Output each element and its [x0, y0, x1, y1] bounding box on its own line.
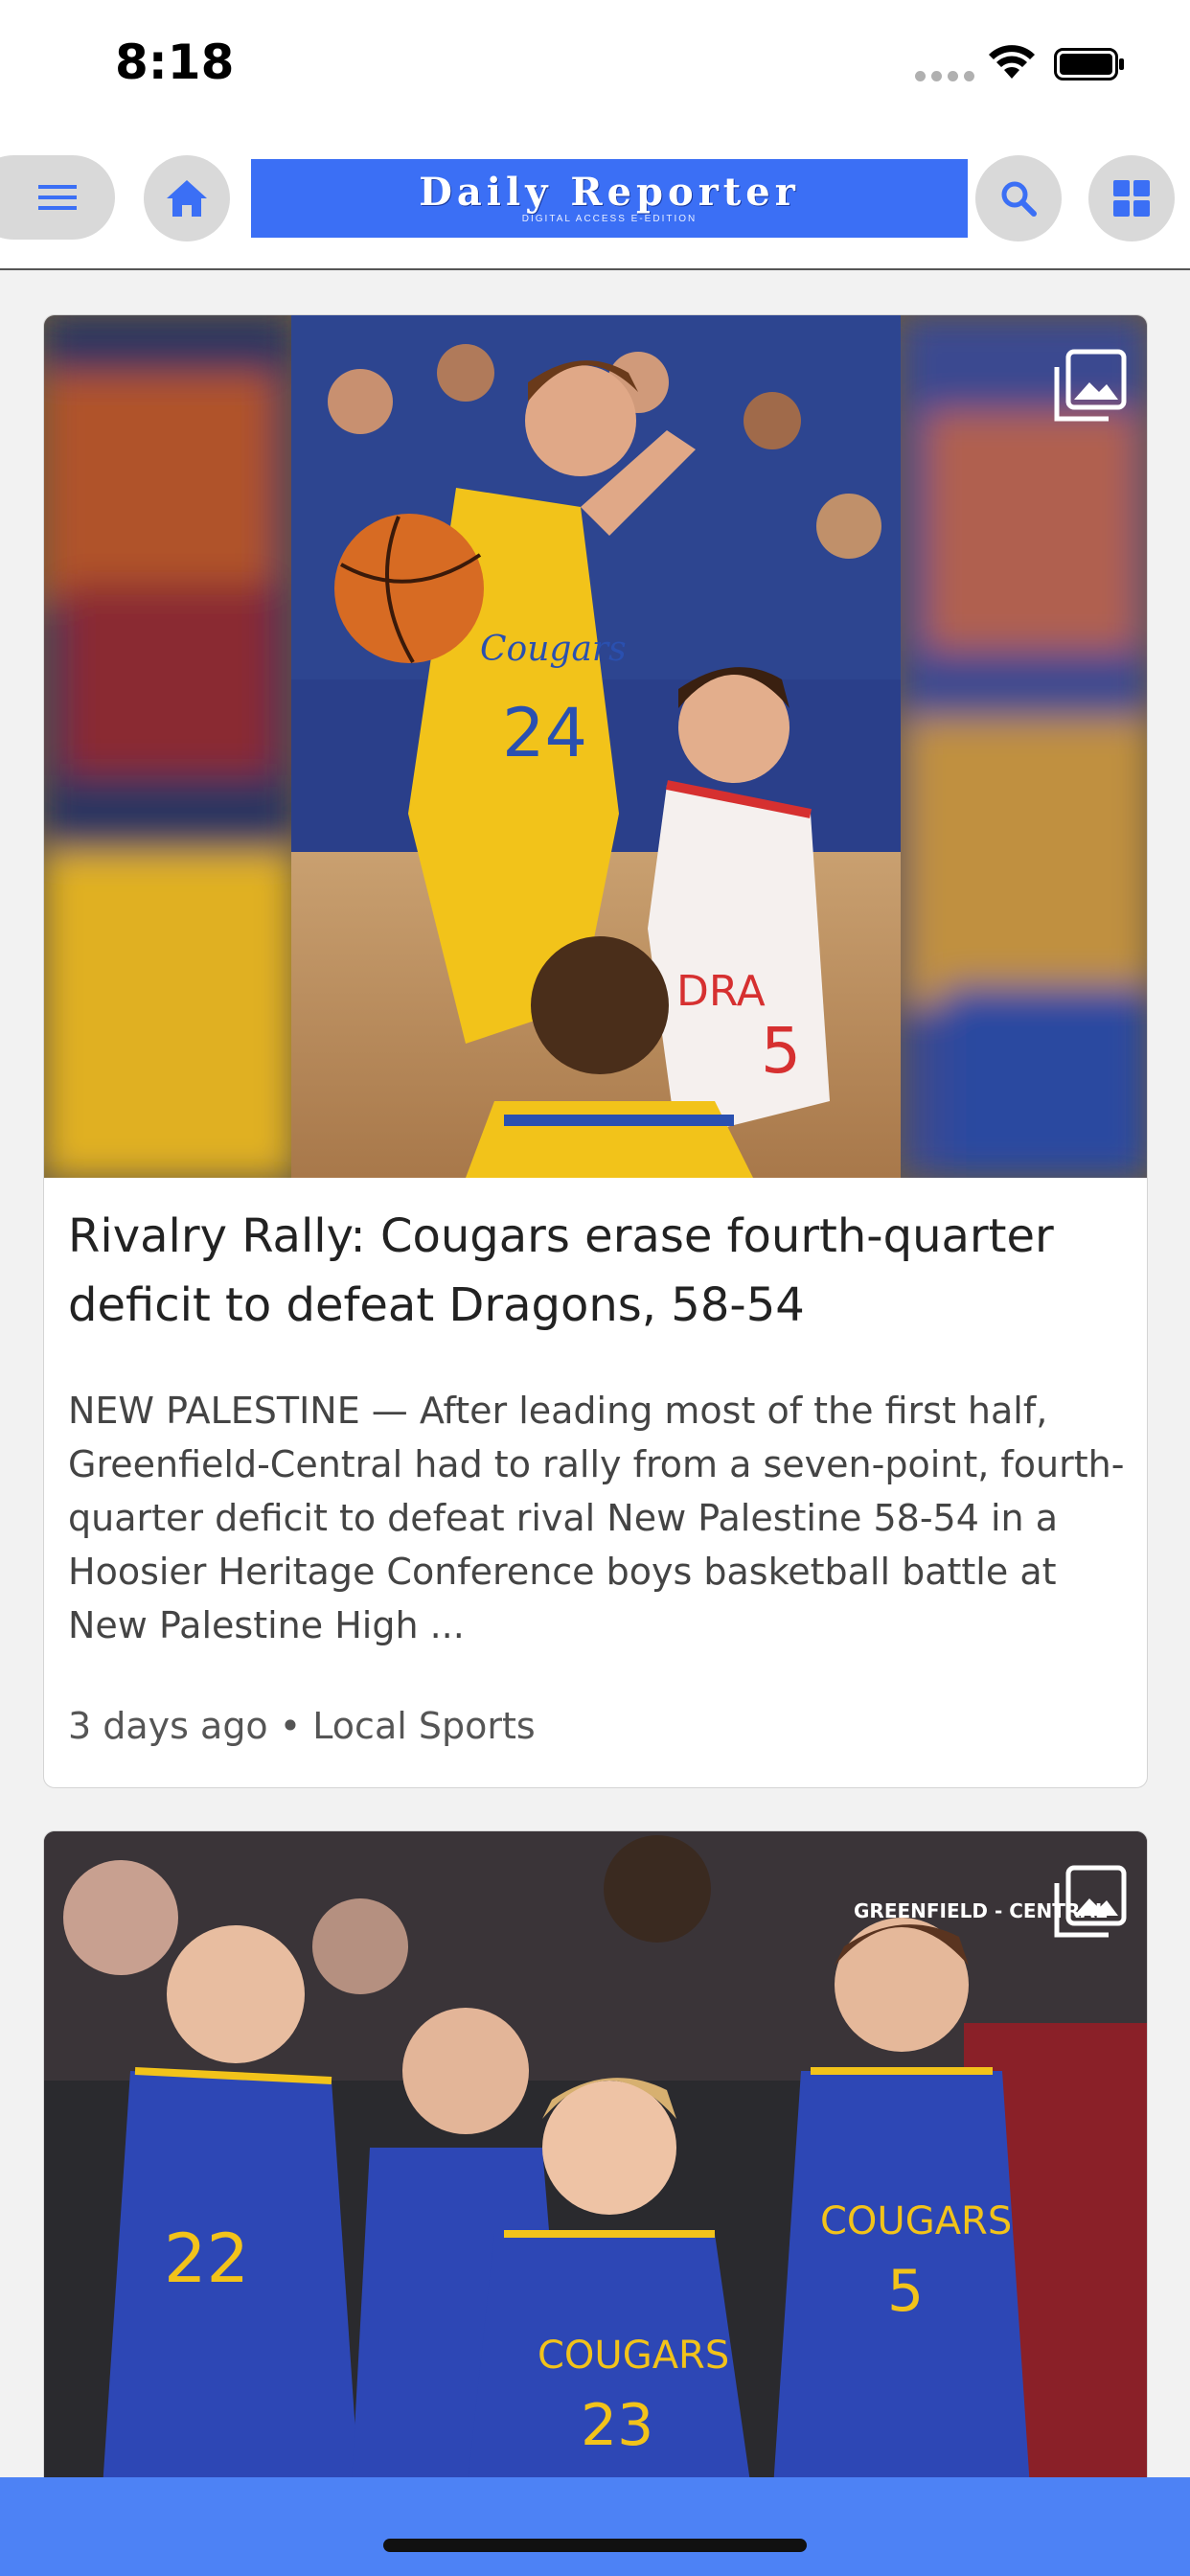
- svg-text:COUGARS: COUGARS: [538, 2334, 729, 2378]
- menu-icon: [38, 185, 77, 210]
- article-meta: 3 days ago • Local Sports: [68, 1705, 536, 1747]
- app-screen: 8:18 Daily Reporter DIGITAL ACCESS E-EDI…: [0, 0, 1190, 2576]
- home-button[interactable]: [144, 155, 230, 242]
- masthead-subtitle: DIGITAL ACCESS E-EDITION: [521, 213, 698, 224]
- celebration-photo: GREENFIELD - CENTRAL 22 COUGARS 23 COUGA…: [44, 1831, 1147, 2502]
- battery-icon: [1054, 48, 1124, 80]
- grid-icon: [1113, 180, 1150, 217]
- svg-text:5: 5: [887, 2258, 924, 2325]
- status-time: 8:18: [115, 34, 235, 90]
- home-indicator[interactable]: [383, 2539, 807, 2552]
- svg-text:DRA: DRA: [676, 967, 766, 1016]
- article-age: 3 days ago: [68, 1705, 268, 1747]
- status-bar: 8:18: [0, 0, 1190, 134]
- article-title[interactable]: Rivalry Rally: Cougars erase fourth-quar…: [68, 1202, 1122, 1340]
- article-summary: NEW PALESTINE — After leading most of th…: [68, 1390, 1125, 1646]
- sections-button[interactable]: [1088, 155, 1175, 242]
- gallery-icon: [1054, 1865, 1127, 1938]
- gallery-icon: [1054, 349, 1127, 422]
- home-icon: [167, 180, 207, 217]
- article-card[interactable]: GREENFIELD - CENTRAL 22 COUGARS 23 COUGA…: [43, 1830, 1148, 2576]
- cellular-signal-icon: [915, 71, 974, 81]
- article-photo[interactable]: GREENFIELD - CENTRAL 22 COUGARS 23 COUGA…: [44, 1831, 1147, 2502]
- article-card[interactable]: Cougars 24 DRA 5 Rivalry Rally: Cougars …: [43, 314, 1148, 1788]
- wifi-icon: [989, 45, 1035, 79]
- article-photo[interactable]: Cougars 24 DRA 5: [44, 315, 1147, 1178]
- menu-button[interactable]: [0, 155, 115, 240]
- app-header: Daily Reporter DIGITAL ACCESS E-EDITION: [0, 134, 1190, 270]
- meta-separator: •: [279, 1705, 302, 1747]
- article-section[interactable]: Local Sports: [312, 1705, 535, 1747]
- svg-text:23: 23: [581, 2392, 653, 2459]
- svg-text:Cougars: Cougars: [480, 630, 627, 669]
- svg-text:5: 5: [761, 1014, 801, 1088]
- bottom-bar: [0, 2477, 1190, 2576]
- search-icon: [1001, 181, 1037, 217]
- masthead-logo[interactable]: Daily Reporter DIGITAL ACCESS E-EDITION: [251, 159, 968, 238]
- svg-text:22: 22: [164, 2220, 249, 2298]
- search-button[interactable]: [975, 155, 1062, 242]
- basketball-photo: Cougars 24 DRA 5: [44, 315, 1147, 1178]
- svg-text:24: 24: [502, 694, 587, 772]
- svg-text:COUGARS: COUGARS: [820, 2199, 1012, 2243]
- masthead-title: Daily Reporter: [419, 169, 800, 215]
